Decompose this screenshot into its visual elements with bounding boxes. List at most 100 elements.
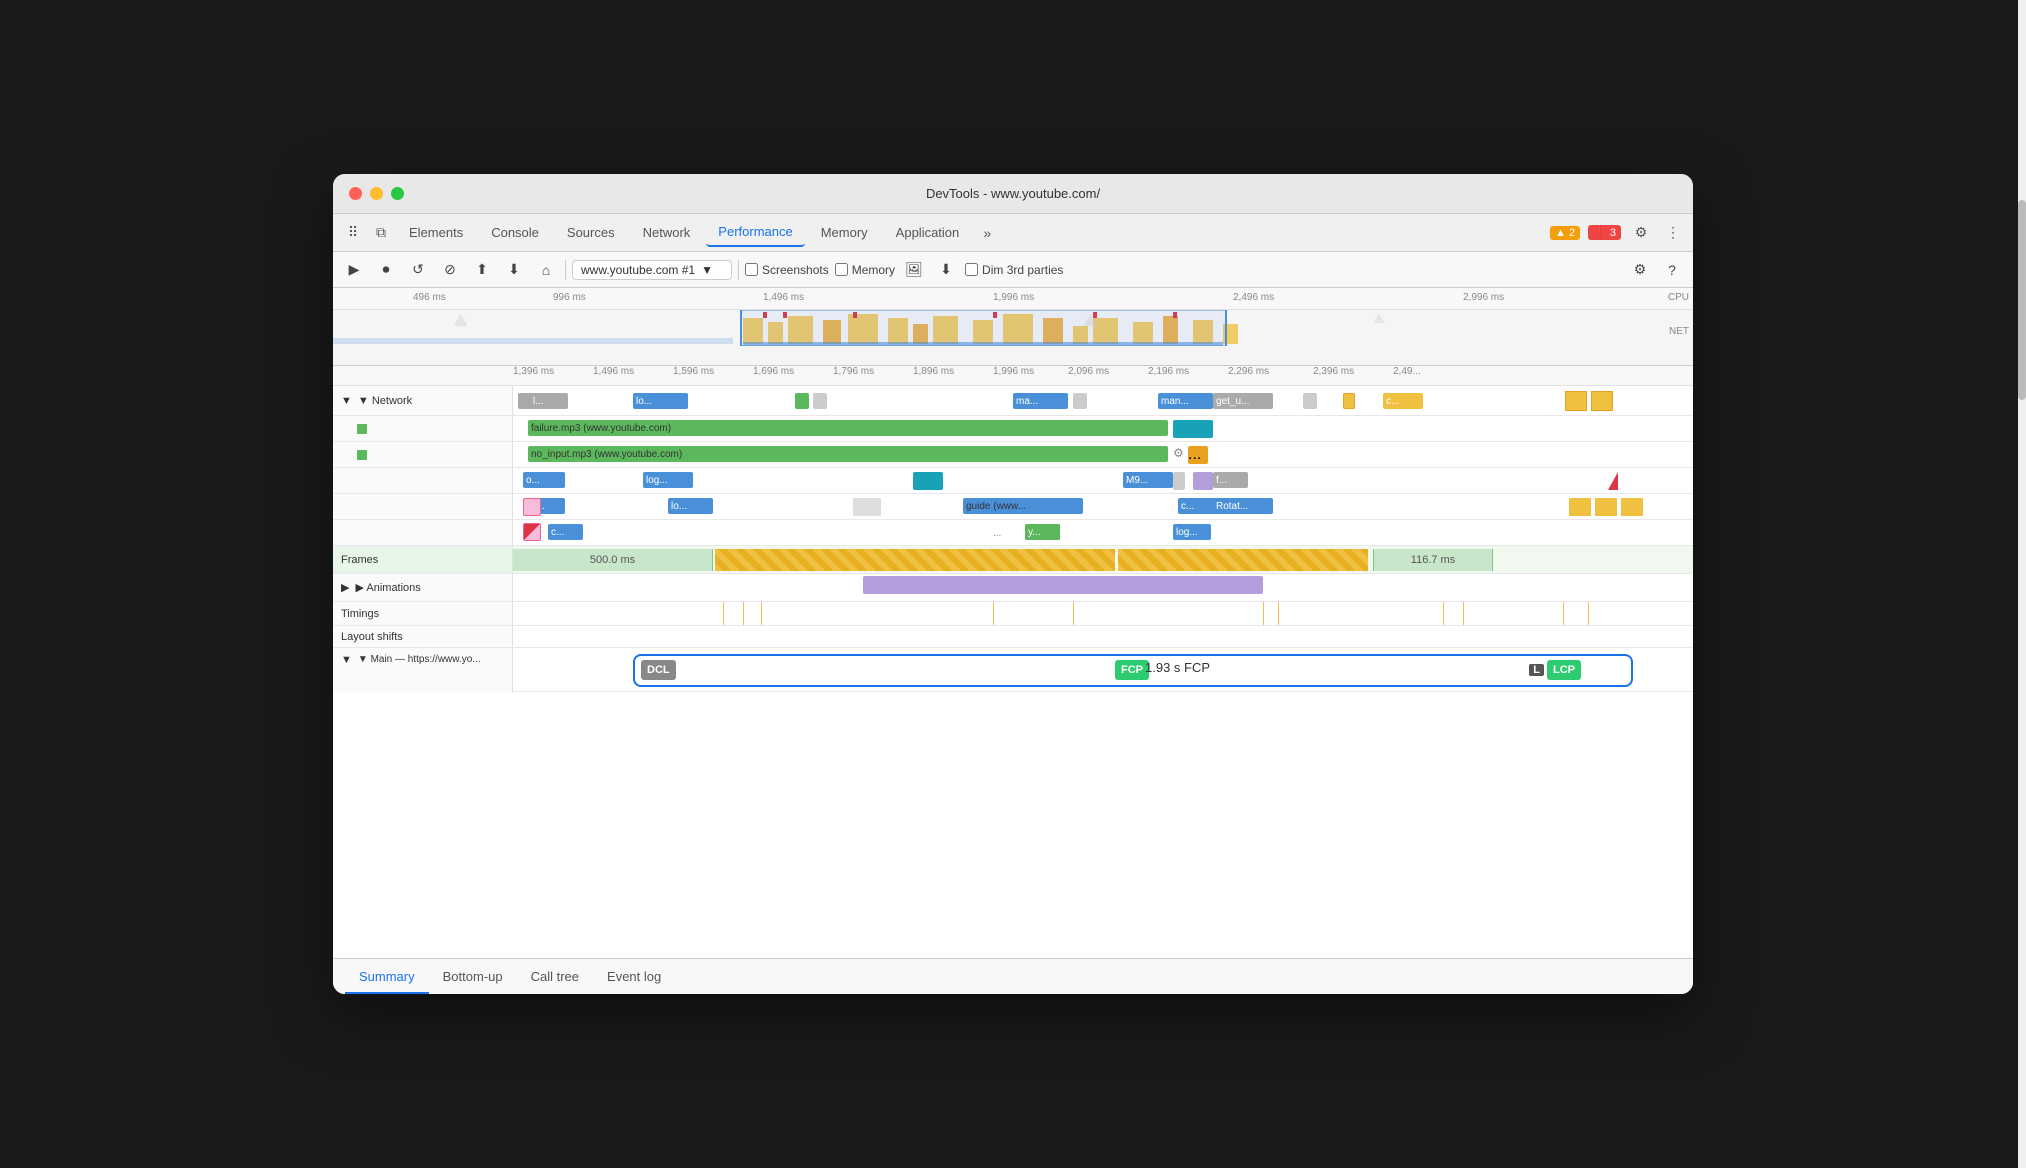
net-gray-1[interactable] bbox=[1173, 472, 1185, 490]
url-selector[interactable]: www.youtube.com #1 ▼ bbox=[572, 260, 732, 280]
tab-console[interactable]: Console bbox=[479, 219, 551, 246]
settings-gear-icon[interactable]: ⚙ bbox=[1627, 257, 1653, 283]
timing-tick-9 bbox=[1463, 602, 1464, 625]
network-track-header: ▼ ▼ Network l... lo... ma... man... get_… bbox=[333, 386, 1693, 416]
tab-summary[interactable]: Summary bbox=[345, 961, 429, 994]
net-teal-2[interactable] bbox=[913, 472, 943, 490]
net-y2[interactable] bbox=[1595, 498, 1617, 516]
net-item-yellow[interactable] bbox=[1343, 393, 1355, 409]
settings-icon[interactable]: ⚙ bbox=[1629, 221, 1653, 245]
net-item-1[interactable]: l... bbox=[518, 393, 568, 409]
net-o[interactable]: o... bbox=[523, 472, 565, 488]
net-item-man[interactable]: man... bbox=[1158, 393, 1213, 409]
minimize-button[interactable] bbox=[370, 187, 383, 200]
net-right-items bbox=[1565, 391, 1613, 411]
net-c3[interactable]: c... bbox=[548, 524, 583, 540]
tab-memory[interactable]: Memory bbox=[809, 219, 880, 246]
net-pink-2[interactable] bbox=[523, 523, 541, 541]
net-rotat[interactable]: Rotat... bbox=[1213, 498, 1273, 514]
cpu-label: CPU bbox=[1668, 292, 1689, 303]
tab-call-tree[interactable]: Call tree bbox=[517, 961, 593, 994]
tab-application[interactable]: Application bbox=[884, 219, 972, 246]
url-text: www.youtube.com #1 bbox=[581, 263, 695, 277]
memory-checkbox[interactable] bbox=[835, 263, 848, 276]
tab-more-icon[interactable]: » bbox=[975, 221, 999, 245]
screenshots-checkbox-group: Screenshots bbox=[745, 263, 829, 277]
layout-shifts-label-text: Layout shifts bbox=[341, 631, 403, 643]
net-pink-1[interactable] bbox=[523, 498, 541, 516]
net-log2[interactable]: log... bbox=[1173, 524, 1211, 540]
maximize-button[interactable] bbox=[391, 187, 404, 200]
failure-mp3-bar[interactable]: failure.mp3 (www.youtube.com) bbox=[528, 420, 1168, 436]
net-y3[interactable] bbox=[1621, 498, 1643, 516]
net-c2[interactable]: c... bbox=[1178, 498, 1216, 514]
net-item-2[interactable]: lo... bbox=[633, 393, 688, 409]
clear-button[interactable]: ⊘ bbox=[437, 257, 463, 283]
noinput-mp3-bar[interactable]: no_input.mp3 (www.youtube.com) bbox=[528, 446, 1168, 462]
net-item-small-2[interactable] bbox=[813, 393, 827, 409]
net-right-2[interactable] bbox=[1591, 391, 1613, 411]
net-y1[interactable] bbox=[1569, 498, 1591, 516]
overview-area[interactable]: 496 ms 996 ms 1,496 ms 1,996 ms 2,496 ms… bbox=[333, 288, 1693, 366]
cpu-chart bbox=[333, 310, 1693, 346]
net-lo[interactable]: lo... bbox=[668, 498, 713, 514]
frame-block-1: 500.0 ms bbox=[513, 549, 713, 571]
timing-highlight-box: DCL FCP 1.93 s FCP L LCP bbox=[633, 654, 1633, 687]
sidebar-toggle-button[interactable]: ▶ bbox=[341, 257, 367, 283]
net-gray-2[interactable] bbox=[853, 498, 881, 516]
net-f[interactable]: f... bbox=[1213, 472, 1248, 488]
net-item-ma[interactable]: ma... bbox=[1013, 393, 1068, 409]
main-label[interactable]: ▼ ▼ Main — https://www.yo... bbox=[333, 648, 513, 692]
frame-block-2: 116.7 ms bbox=[1373, 549, 1493, 571]
network-row-misc3: c... ... 4... y... log... bbox=[333, 520, 1693, 546]
record-button[interactable]: ⏺ bbox=[373, 257, 399, 283]
close-button[interactable] bbox=[349, 187, 362, 200]
network-track-label[interactable]: ▼ ▼ Network bbox=[333, 386, 513, 415]
net-item-small-1[interactable] bbox=[795, 393, 809, 409]
net-gear-icon: ⚙ bbox=[1173, 446, 1184, 460]
ruler-2196: 2,196 ms bbox=[1148, 366, 1189, 377]
layout-shifts-label: Layout shifts bbox=[333, 626, 513, 647]
tab-sources[interactable]: Sources bbox=[555, 219, 627, 246]
net-m9[interactable]: M9... bbox=[1123, 472, 1173, 488]
track-area: ▼ ▼ Network l... lo... ma... man... get_… bbox=[333, 386, 1693, 958]
net-log[interactable]: log... bbox=[643, 472, 693, 488]
net-item-small-3[interactable] bbox=[1073, 393, 1087, 409]
home-button[interactable]: ⌂ bbox=[533, 257, 559, 283]
tab-cursor-icon[interactable]: ⠿ bbox=[341, 221, 365, 245]
net-red-triangle bbox=[1608, 472, 1618, 490]
animations-label[interactable]: ▶ ▶ Animations bbox=[333, 574, 513, 601]
tab-bottom-up[interactable]: Bottom-up bbox=[429, 961, 517, 994]
dim-3rd-checkbox[interactable] bbox=[965, 263, 978, 276]
net-right-1[interactable] bbox=[1565, 391, 1587, 411]
upload-button[interactable]: ⬆ bbox=[469, 257, 495, 283]
main-expand-icon[interactable]: ▼ bbox=[341, 654, 352, 666]
tab-event-log[interactable]: Event log bbox=[593, 961, 675, 994]
animations-expand-icon[interactable]: ▶ bbox=[341, 581, 349, 594]
download-button[interactable]: ⬇ bbox=[501, 257, 527, 283]
help-icon[interactable]: ? bbox=[1659, 257, 1685, 283]
screenshots-checkbox[interactable] bbox=[745, 263, 758, 276]
network-label-misc3 bbox=[333, 520, 513, 545]
tab-inspect-icon[interactable]: ⧉ bbox=[369, 221, 393, 245]
net-purple-1[interactable] bbox=[1193, 472, 1213, 490]
tab-elements[interactable]: Elements bbox=[397, 219, 475, 246]
net-guide[interactable]: guide (www... bbox=[963, 498, 1083, 514]
fcp-badge: FCP bbox=[1115, 660, 1149, 680]
refresh-button[interactable]: ↺ bbox=[405, 257, 431, 283]
net-orange-1[interactable]: ... bbox=[1188, 446, 1208, 464]
net-item-c[interactable]: c... bbox=[1383, 393, 1423, 409]
timeline-ruler-row: 1,396 ms 1,496 ms 1,596 ms 1,696 ms 1,79… bbox=[333, 366, 1693, 386]
net-teal-1[interactable] bbox=[1173, 420, 1213, 438]
net-y[interactable]: y... bbox=[1025, 524, 1060, 540]
animations-label-text: ▶ Animations bbox=[355, 581, 420, 594]
tab-network[interactable]: Network bbox=[631, 219, 703, 246]
net-item-getu[interactable]: get_u... bbox=[1213, 393, 1273, 409]
net-item-small-4[interactable] bbox=[1303, 393, 1317, 409]
network-collapse-icon[interactable]: ▼ bbox=[341, 395, 352, 407]
tab-performance[interactable]: Performance bbox=[706, 218, 804, 247]
memory-down-icon[interactable]: ⬇ bbox=[933, 257, 959, 283]
screenshot-icon[interactable]: 🖼 bbox=[901, 257, 927, 283]
net-label: NET bbox=[1669, 326, 1689, 337]
more-options-icon[interactable]: ⋮ bbox=[1661, 221, 1685, 245]
